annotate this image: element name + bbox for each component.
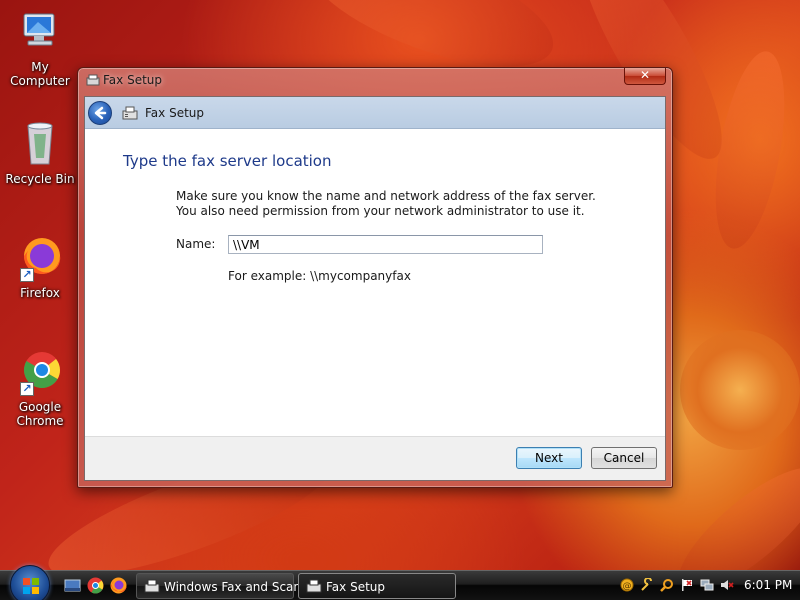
window-titlebar[interactable]: Fax Setup ✕ (78, 68, 672, 92)
desktop-icon-recycle-bin[interactable]: Recycle Bin (0, 120, 80, 186)
windows-logo-icon (22, 577, 40, 595)
network-icon[interactable] (700, 578, 714, 592)
instructions-line: You also need permission from your netwo… (176, 204, 585, 218)
desktop-icon-label: My Computer (10, 60, 70, 88)
show-desktop-icon[interactable] (64, 577, 81, 594)
taskbar: Windows Fax and Scan Fax Setup @ 6:01 PM (0, 565, 800, 600)
close-button[interactable]: ✕ (624, 68, 666, 85)
flag-icon[interactable] (680, 578, 694, 592)
start-button[interactable] (10, 565, 50, 600)
volume-icon[interactable] (720, 578, 734, 592)
fax-icon (306, 579, 322, 593)
desktop-icon-my-computer[interactable]: My Computer (0, 8, 80, 88)
page-heading: Type the fax server location (123, 152, 332, 170)
tools-icon[interactable] (640, 577, 654, 592)
desktop-icon-firefox[interactable]: ↗ Firefox (0, 234, 80, 300)
back-arrow-icon (94, 106, 107, 120)
chrome-icon: ↗ (16, 348, 64, 396)
computer-icon (16, 8, 64, 56)
taskbar-button-windows-fax-and-scan[interactable]: Windows Fax and Scan (136, 573, 301, 599)
chrome-icon[interactable] (87, 577, 104, 594)
fax-icon (86, 74, 100, 86)
taskbar-button-label: Windows Fax and Scan (164, 580, 302, 594)
close-icon: ✕ (639, 68, 651, 82)
wizard-footer: Next Cancel (85, 436, 665, 480)
taskbar-button-fax-setup[interactable]: Fax Setup (298, 573, 456, 599)
example-text: For example: \\mycompanyfax (228, 269, 411, 283)
wizard-nav-title: Fax Setup (145, 106, 204, 120)
search-icon[interactable] (660, 578, 674, 592)
desktop-icon-label: Google Chrome (16, 400, 64, 428)
wizard-client-area: Fax Setup Type the fax server location M… (84, 96, 666, 481)
desktop-icon-label: Recycle Bin (5, 172, 75, 186)
firefox-icon: ↗ (16, 234, 64, 282)
fax-icon (144, 579, 160, 593)
firefox-icon[interactable] (110, 577, 127, 594)
name-label: Name: (176, 237, 216, 251)
security-icon[interactable]: @ (620, 578, 634, 592)
recycle-bin-icon (16, 120, 64, 168)
wizard-nav-header: Fax Setup (85, 97, 665, 129)
window-title: Fax Setup (103, 73, 162, 87)
fax-icon (122, 106, 138, 120)
cancel-button[interactable]: Cancel (591, 447, 657, 469)
instructions-line: Make sure you know the name and network … (176, 189, 596, 203)
fax-server-name-input[interactable] (228, 235, 543, 254)
desktop-icon-chrome[interactable]: ↗ Google Chrome (0, 348, 80, 428)
back-button[interactable] (88, 101, 112, 125)
shortcut-arrow-icon: ↗ (20, 268, 34, 282)
svg-text:@: @ (623, 582, 632, 592)
instructions-text: Make sure you know the name and network … (176, 189, 596, 219)
fax-setup-window[interactable]: Fax Setup ✕ Fax Setup Type the fax serve… (77, 67, 673, 488)
shortcut-arrow-icon: ↗ (20, 382, 34, 396)
taskbar-clock[interactable]: 6:01 PM (744, 578, 792, 592)
taskbar-button-label: Fax Setup (326, 580, 385, 594)
desktop-icon-label: Firefox (20, 286, 60, 300)
next-button[interactable]: Next (516, 447, 582, 469)
